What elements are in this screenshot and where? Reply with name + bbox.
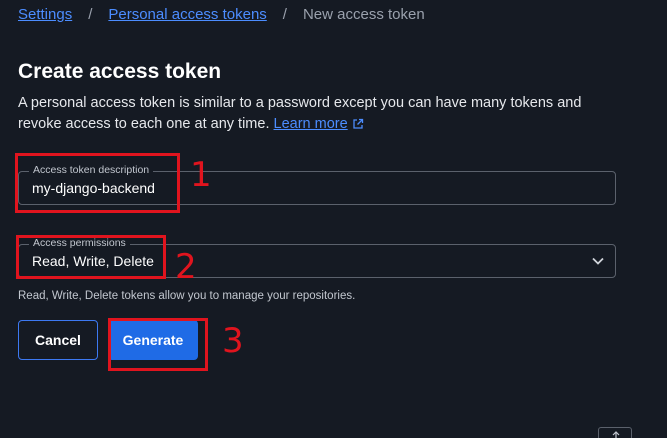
page-description: A personal access token is similar to a … (18, 93, 628, 137)
cancel-button[interactable]: Cancel (18, 320, 98, 360)
breadcrumb: Settings / Personal access tokens / New … (18, 6, 425, 23)
annotation-number-2: 2 (175, 247, 197, 287)
annotation-box-3 (108, 318, 208, 371)
learn-more-link[interactable]: Learn more (274, 116, 364, 132)
annotation-box-2 (16, 235, 166, 279)
breadcrumb-personal-access-tokens-link[interactable]: Personal access tokens (108, 6, 266, 23)
breadcrumb-current: New access token (302, 6, 425, 23)
page-title: Create access token (18, 60, 222, 83)
annotation-number-3: 3 (222, 321, 244, 361)
annotation-box-1 (15, 153, 180, 213)
scroll-to-top-button[interactable] (598, 427, 632, 438)
page: Settings / Personal access tokens / New … (0, 0, 667, 438)
breadcrumb-separator: / (282, 6, 287, 23)
annotation-number-1: 1 (190, 155, 212, 195)
chevron-down-icon[interactable] (591, 254, 605, 268)
breadcrumb-separator: / (88, 6, 93, 23)
permissions-helper-text: Read, Write, Delete tokens allow you to … (18, 290, 356, 302)
external-link-icon (352, 116, 364, 137)
breadcrumb-settings-link[interactable]: Settings (18, 6, 72, 23)
learn-more-label: Learn more (273, 116, 348, 132)
